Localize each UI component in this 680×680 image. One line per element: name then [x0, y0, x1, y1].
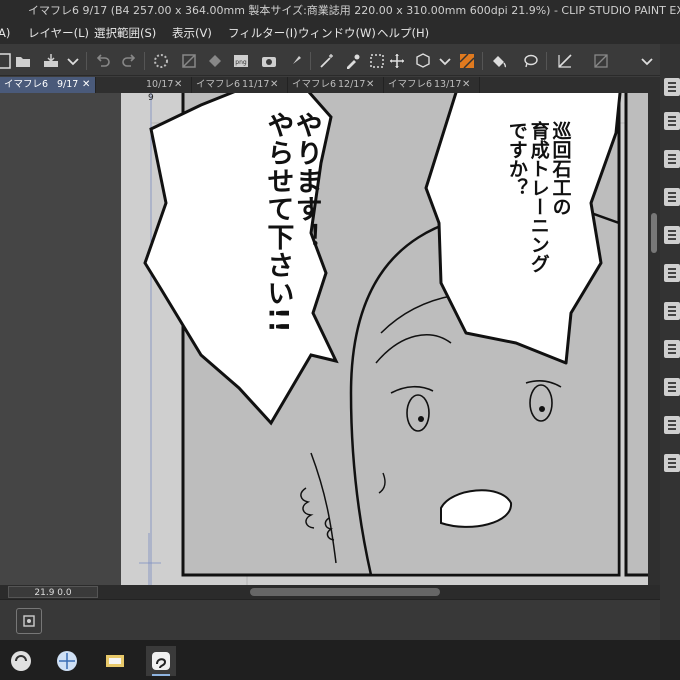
document-tab-bar: イマフレ6 9/17 ✕ 10/17 ✕ イマフレ6 11/17 ✕ イマフレ6…: [0, 77, 660, 93]
tab-label: イマフレ6: [4, 79, 49, 90]
panel-toggle-icon[interactable]: [664, 302, 680, 320]
brush-icon[interactable]: [284, 50, 306, 72]
panel-toggle-icon[interactable]: [664, 188, 680, 206]
clip-studio-launcher-icon[interactable]: [6, 646, 36, 676]
3d-object-icon[interactable]: [412, 50, 434, 72]
tab-document-9[interactable]: イマフレ6 9/17 ✕: [0, 77, 96, 93]
clear-layer-icon[interactable]: [178, 50, 200, 72]
chevron-down-icon[interactable]: [434, 50, 456, 72]
browser-icon[interactable]: [52, 646, 82, 676]
camera-icon[interactable]: [258, 50, 280, 72]
selection-rect-icon[interactable]: [366, 50, 388, 72]
pasteboard-area: [0, 93, 121, 585]
close-icon[interactable]: ✕: [366, 77, 374, 93]
menu-item-animation[interactable]: A): [0, 22, 10, 44]
speech-line: 育成トレーニング: [527, 121, 550, 273]
tone-pattern-icon[interactable]: [456, 50, 478, 72]
export-png-icon[interactable]: png: [230, 50, 252, 72]
tab-page: 11/17: [242, 79, 270, 90]
canvas-viewport[interactable]: 9 やります！ やらせて下さい!! 巡回石工の 育成トレーニング ですか？: [121, 93, 648, 585]
fill-icon[interactable]: [204, 50, 226, 72]
tab-page: 13/17: [434, 79, 462, 90]
tab-page: 9/17: [57, 79, 79, 90]
panel-toggle-icon[interactable]: [664, 112, 680, 130]
move-icon[interactable]: [386, 50, 408, 72]
menu-item-help[interactable]: ヘルプ(H): [377, 22, 429, 44]
panel-toggle-icon[interactable]: [664, 340, 680, 358]
tab-document-10[interactable]: 10/17 ✕: [96, 77, 192, 93]
menu-item-layer[interactable]: レイヤー(L): [28, 22, 89, 44]
tab-document-13[interactable]: イマフレ6 13/17 ✕: [384, 77, 480, 93]
chevron-down-icon[interactable]: [636, 50, 658, 72]
navigator-panel: [0, 599, 660, 640]
speech-text-left: やります！ やらせて下さい!!: [262, 111, 322, 411]
page-number-label: 9: [148, 93, 154, 103]
close-icon[interactable]: ✕: [462, 77, 470, 93]
ruler-icon[interactable]: [554, 50, 576, 72]
tab-document-11[interactable]: イマフレ6 11/17 ✕: [192, 77, 288, 93]
eyedropper-icon[interactable]: [342, 50, 364, 72]
tab-label: イマフレ6: [388, 79, 433, 90]
undo-icon[interactable]: [92, 50, 114, 72]
panel-toggle-icon[interactable]: [664, 378, 680, 396]
close-icon[interactable]: ✕: [82, 77, 90, 93]
right-panel-strip: [660, 44, 680, 640]
command-bar: png: [0, 44, 680, 76]
svg-text:png: png: [235, 59, 247, 66]
chevron-down-icon[interactable]: [62, 50, 84, 72]
auto-select-wand-icon[interactable]: [316, 50, 338, 72]
bucket-icon[interactable]: [488, 50, 510, 72]
perspective-ruler-icon[interactable]: [590, 50, 612, 72]
panel-toggle-icon[interactable]: [664, 226, 680, 244]
lasso-icon[interactable]: [520, 50, 542, 72]
os-taskbar: [0, 640, 680, 680]
menu-item-window[interactable]: ウィンドウ(W): [298, 22, 376, 44]
menu-item-selection[interactable]: 選択範囲(S): [94, 22, 156, 44]
scrollbar-thumb[interactable]: [651, 213, 657, 253]
vertical-scrollbar[interactable]: [648, 93, 660, 585]
close-icon[interactable]: ✕: [174, 77, 182, 93]
speech-line: やります！: [290, 111, 322, 251]
menu-item-filter[interactable]: フィルター(I): [228, 22, 298, 44]
tab-label: イマフレ6: [196, 79, 241, 90]
panel-toggle-icon[interactable]: [664, 454, 680, 472]
speech-line: やらせて下さい!!: [262, 111, 294, 334]
panel-toggle-icon[interactable]: [664, 416, 680, 434]
window-title: イマフレ6 9/17 (B4 257.00 x 364.00mm 製本サイズ:商…: [28, 4, 680, 17]
menu-bar: A) レイヤー(L) 選択範囲(S) 表示(V) フィルター(I) ウィンドウ(…: [0, 22, 680, 44]
panel-toggle-icon[interactable]: [664, 264, 680, 282]
file-explorer-icon[interactable]: [100, 646, 130, 676]
open-folder-icon[interactable]: [12, 50, 34, 72]
redo-icon[interactable]: [118, 50, 140, 72]
status-bar: 21.9 0.0: [0, 585, 660, 599]
clip-studio-paint-icon[interactable]: [146, 646, 176, 676]
horizontal-scrollbar[interactable]: [250, 588, 440, 596]
speech-line: 巡回石工の: [549, 121, 572, 216]
window-title-bar: イマフレ6 9/17 (B4 257.00 x 364.00mm 製本サイズ:商…: [0, 0, 680, 22]
close-icon[interactable]: ✕: [270, 77, 278, 93]
panel-toggle-icon[interactable]: [664, 78, 680, 96]
speech-line: ですか？: [505, 121, 528, 197]
save-icon[interactable]: [40, 50, 62, 72]
speech-text-right: 巡回石工の 育成トレーニング ですか？: [505, 121, 572, 351]
tab-label: イマフレ6: [292, 79, 337, 90]
navigator-icon[interactable]: [16, 608, 42, 634]
menu-item-view[interactable]: 表示(V): [172, 22, 212, 44]
tab-page: 10/17: [146, 79, 174, 90]
rotation-value: 0.0: [57, 588, 72, 598]
tab-page: 12/17: [338, 79, 366, 90]
zoom-value: 21.9: [34, 588, 55, 598]
zoom-field[interactable]: 21.9 0.0: [8, 586, 98, 598]
panel-toggle-icon[interactable]: [664, 150, 680, 168]
loading-spinner-icon[interactable]: [150, 50, 172, 72]
tab-document-12[interactable]: イマフレ6 12/17 ✕: [288, 77, 384, 93]
